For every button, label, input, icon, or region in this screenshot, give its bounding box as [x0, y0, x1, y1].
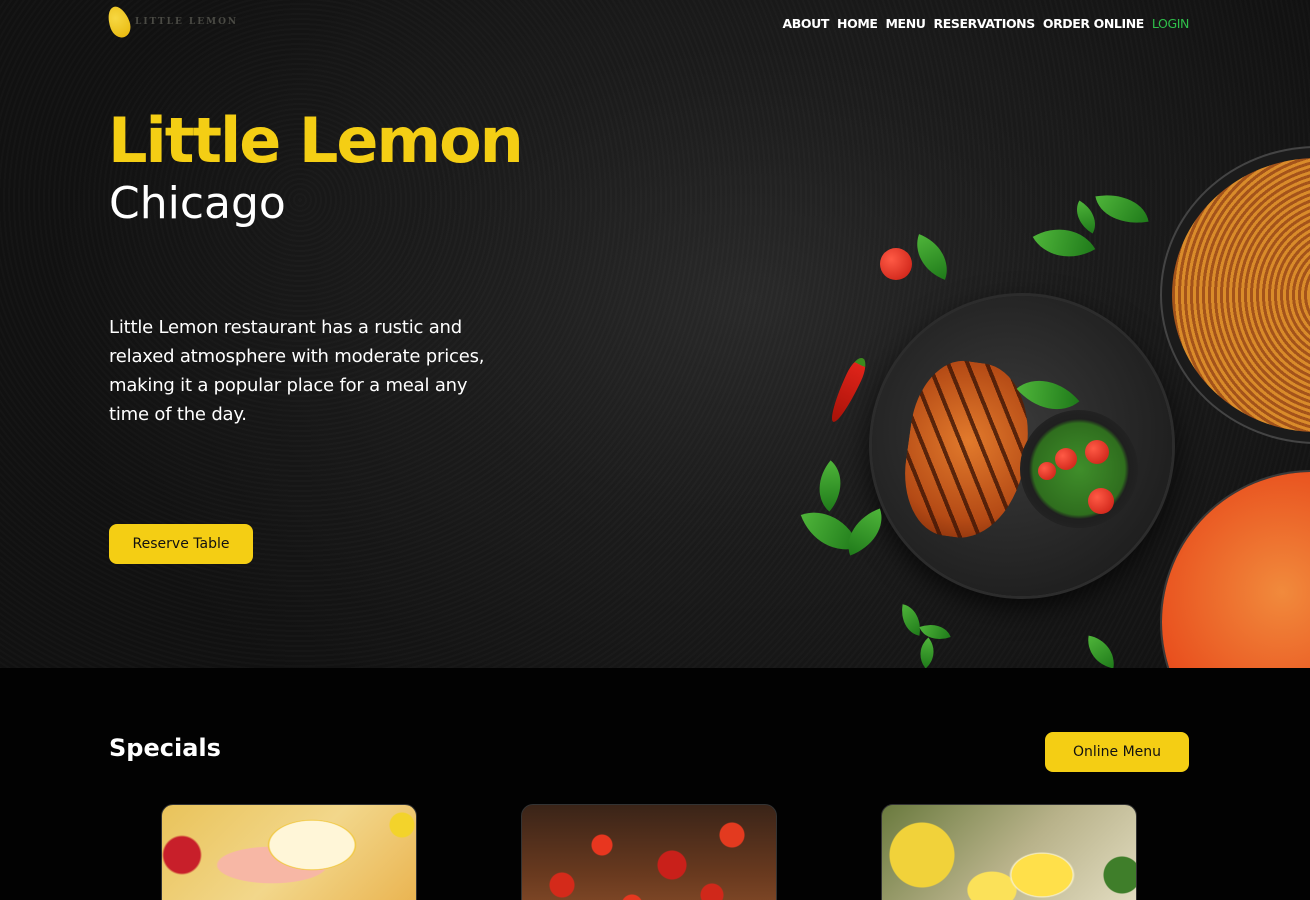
salad-tomato — [1085, 440, 1109, 464]
salad-tomato — [1088, 488, 1114, 514]
reserve-table-button[interactable]: Reserve Table — [109, 524, 253, 564]
parsley-leaf — [907, 234, 957, 280]
main-nav: ABOUT HOME MENU RESERVATIONS ORDER ONLIN… — [783, 16, 1190, 31]
specials-title: Specials — [109, 734, 221, 762]
special-card-lemon-dessert-image[interactable] — [881, 804, 1137, 900]
noodle-bowl-image — [1172, 158, 1310, 432]
basil-leaf — [897, 604, 925, 636]
logo-text: LITTLE LEMON — [135, 17, 239, 27]
lemon-icon — [104, 3, 134, 41]
hero-subtitle: Chicago — [109, 178, 286, 229]
nav-home[interactable]: HOME — [837, 16, 878, 31]
nav-about[interactable]: ABOUT — [783, 16, 830, 31]
nav-menu[interactable]: MENU — [886, 16, 926, 31]
special-card-bruschetta-image[interactable] — [521, 804, 777, 900]
hero-section: LITTLE LEMON ABOUT HOME MENU RESERVATION… — [0, 0, 1310, 668]
logo[interactable]: LITTLE LEMON — [104, 3, 239, 41]
hero-description: Little Lemon restaurant has a rustic and… — [109, 317, 485, 425]
parsley-leaf — [1083, 635, 1119, 668]
cherry-tomato-image — [880, 248, 912, 280]
nav-reservations[interactable]: RESERVATIONS — [934, 16, 1036, 31]
basil-leaf — [1095, 188, 1149, 230]
hero-title: Little Lemon — [108, 104, 524, 177]
special-card-cheesecake-image[interactable] — [161, 804, 417, 900]
salad-tomato — [1055, 448, 1077, 470]
basil-leaf — [804, 460, 856, 512]
chili-pepper-image — [825, 354, 871, 426]
basil-leaf — [911, 637, 943, 668]
nav-login[interactable]: LOGIN — [1152, 16, 1189, 31]
nav-order-online[interactable]: ORDER ONLINE — [1043, 16, 1144, 31]
online-menu-button[interactable]: Online Menu — [1045, 732, 1189, 772]
salad-tomato — [1038, 462, 1056, 480]
pizza-image — [1162, 472, 1310, 668]
